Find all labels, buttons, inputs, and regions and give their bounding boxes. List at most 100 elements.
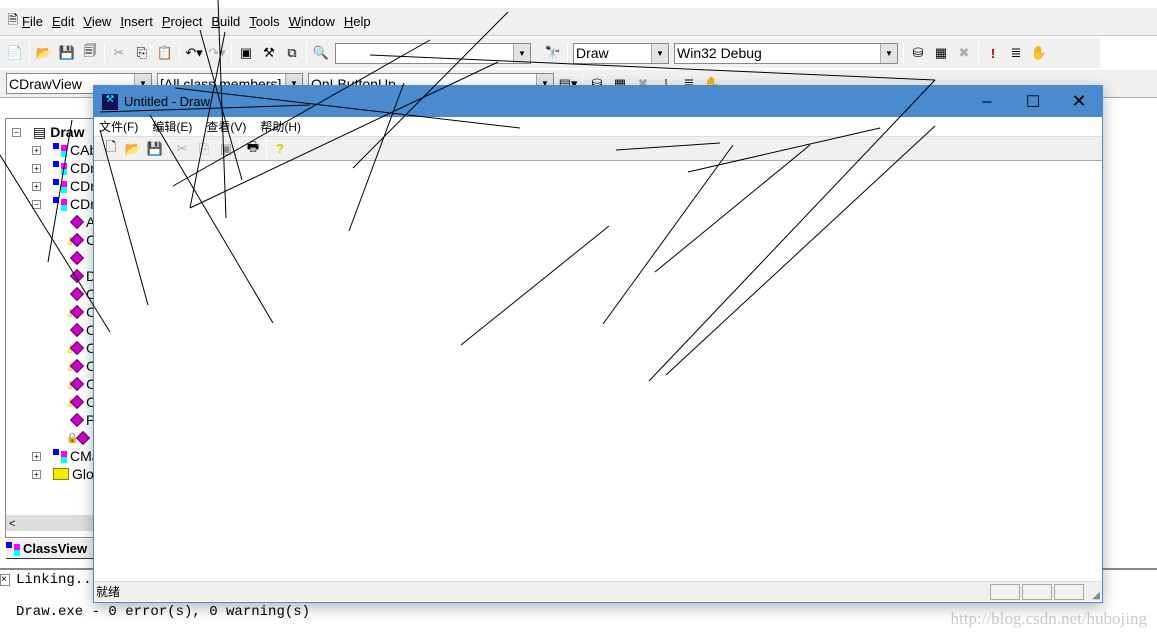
collapse-icon[interactable]: − bbox=[12, 127, 21, 137]
open-icon[interactable]: 📂 bbox=[35, 44, 53, 62]
copy-icon[interactable]: ⎘ bbox=[133, 44, 151, 62]
status-bar: 就绪 ◢ bbox=[94, 581, 1102, 601]
collapse-icon[interactable]: − bbox=[32, 199, 41, 209]
new-text-file-icon[interactable]: 📄 bbox=[6, 44, 24, 62]
tree-member[interactable]: ⚷C bbox=[66, 231, 96, 249]
paste-icon[interactable]: 📋 bbox=[156, 44, 174, 62]
tree-member[interactable] bbox=[66, 249, 86, 267]
menu-edit[interactable]: Edit bbox=[52, 14, 74, 29]
window-menu-item[interactable]: 编辑(E) bbox=[152, 118, 192, 135]
breakpoint-hand-icon[interactable]: ✋ bbox=[1030, 44, 1048, 62]
method-icon bbox=[69, 322, 85, 338]
method-icon bbox=[69, 214, 85, 230]
class-icon bbox=[53, 179, 67, 193]
draw-app-window: ⚒ Untitled - Draw – ☐ ✕ 文件(F) 编辑(E) 查看(V) 帮… bbox=[93, 85, 1103, 603]
output-icon[interactable]: ⚒ bbox=[260, 44, 278, 62]
save-all-icon[interactable]: 🗐 bbox=[81, 43, 99, 62]
document-icon: 🗎 bbox=[7, 11, 19, 27]
paste-icon[interactable]: ▣ bbox=[217, 140, 235, 158]
tree-class[interactable]: + CDr bbox=[32, 177, 95, 195]
window-list-icon[interactable]: ⧉ bbox=[283, 44, 301, 62]
expand-icon[interactable]: + bbox=[32, 181, 41, 191]
method-icon bbox=[69, 286, 85, 302]
class-icon bbox=[53, 449, 67, 463]
go-icon[interactable]: ≣ bbox=[1007, 44, 1025, 62]
drawing-canvas[interactable] bbox=[94, 161, 1102, 581]
cut-icon[interactable]: ✂ bbox=[110, 44, 128, 62]
window-toolbar: 🗋 📂 💾 ✂ ⎘ ▣ 🖶 ? bbox=[94, 137, 1102, 161]
minimize-button[interactable]: – bbox=[964, 93, 1010, 111]
find-in-files-icon[interactable]: 🔍 bbox=[312, 44, 330, 62]
class-icon bbox=[53, 143, 67, 157]
close-button[interactable]: ✕ bbox=[1056, 91, 1102, 112]
menu-file[interactable]: File bbox=[22, 14, 43, 29]
tree-class[interactable]: + CDr bbox=[32, 159, 95, 177]
method-icon bbox=[69, 412, 85, 428]
redo-icon[interactable]: ↷▾ bbox=[208, 44, 226, 62]
resize-grip-icon[interactable]: ◢ bbox=[1092, 590, 1100, 601]
menu-window[interactable]: Window bbox=[289, 14, 335, 29]
horizontal-scrollbar[interactable]: < bbox=[6, 515, 94, 531]
save-icon[interactable]: 💾 bbox=[58, 44, 76, 62]
class-icon bbox=[53, 161, 67, 175]
method-icon bbox=[69, 268, 85, 284]
tree-item[interactable]: + CMa bbox=[32, 447, 100, 465]
execute-icon[interactable]: ! bbox=[984, 44, 1002, 62]
tree-root[interactable]: − ▤ Draw bbox=[12, 123, 84, 141]
close-output-icon[interactable]: × bbox=[0, 574, 10, 586]
status-pane bbox=[1022, 584, 1052, 600]
class-icon bbox=[53, 197, 67, 211]
tree-member[interactable]: A bbox=[66, 213, 95, 231]
new-icon[interactable]: 🗋 bbox=[102, 139, 120, 158]
project-combo[interactable]: Draw ▼ bbox=[573, 42, 669, 64]
copy-icon[interactable]: ⎘ bbox=[195, 140, 213, 158]
chevron-down-icon[interactable]: ▼ bbox=[513, 43, 530, 63]
title-bar[interactable]: ⚒ Untitled - Draw – ☐ ✕ bbox=[94, 86, 1102, 117]
stop-build-icon[interactable]: ✖ bbox=[955, 44, 973, 62]
menu-bar: 🗎 File Edit View Insert Project Build Tools Win… bbox=[0, 8, 1157, 36]
open-icon[interactable]: 📂 bbox=[124, 140, 142, 158]
find-combo[interactable]: ▼ bbox=[335, 42, 531, 64]
chevron-down-icon[interactable]: ▼ bbox=[651, 43, 668, 63]
tab-classview[interactable]: ClassView bbox=[6, 539, 96, 559]
undo-icon[interactable]: ↶▾ bbox=[185, 44, 203, 62]
save-icon[interactable]: 💾 bbox=[146, 140, 164, 158]
class-view-tree: −▤Draw+CAb+CDr+CDr−CDrA⚷CDO⚷OO⚷O⚷O⚷O⚷OP🔒… bbox=[5, 118, 104, 538]
menu-tools[interactable]: Tools bbox=[249, 14, 279, 29]
scroll-left-icon[interactable]: < bbox=[6, 518, 15, 530]
window-menu-item[interactable]: 文件(F) bbox=[99, 118, 138, 135]
menu-help[interactable]: Help bbox=[344, 14, 371, 29]
expand-icon[interactable]: + bbox=[32, 451, 41, 461]
window-menu-item[interactable]: 查看(V) bbox=[206, 118, 246, 135]
menu-view[interactable]: View bbox=[83, 14, 111, 29]
tree-class[interactable]: − CDr bbox=[32, 195, 95, 213]
standard-toolbar: 📄 📂 💾 🗐 ✂ ⎘ 📋 ↶▾ ↷▾ ▣ ⚒ ⧉ 🔍 ▼ 🔭 Draw ▼ Wi… bbox=[0, 38, 1100, 68]
tree-member[interactable]: P bbox=[66, 411, 95, 429]
config-combo[interactable]: Win32 Debug ▼ bbox=[674, 42, 898, 64]
compile-icon[interactable]: ⛁ bbox=[909, 44, 927, 62]
expand-icon[interactable]: + bbox=[32, 145, 41, 155]
menu-build[interactable]: Build bbox=[211, 14, 240, 29]
expand-icon[interactable]: + bbox=[32, 469, 41, 479]
menu-project[interactable]: Project bbox=[162, 14, 202, 29]
status-pane bbox=[1054, 584, 1084, 600]
print-icon[interactable]: 🖶 bbox=[244, 139, 262, 158]
tree-member[interactable]: D bbox=[66, 267, 96, 285]
method-icon bbox=[76, 430, 91, 446]
tree-class[interactable]: + CAb bbox=[32, 141, 97, 159]
tree-item[interactable]: + Glo bbox=[32, 465, 94, 483]
cut-icon[interactable]: ✂ bbox=[173, 140, 191, 158]
menu-insert[interactable]: Insert bbox=[120, 14, 153, 29]
status-pane bbox=[990, 584, 1020, 600]
window-menu-item[interactable]: 帮助(H) bbox=[260, 118, 301, 135]
expand-icon[interactable]: + bbox=[32, 163, 41, 173]
watermark: http://blog.csdn.net/hubojing bbox=[950, 609, 1147, 628]
build-icon[interactable]: ▦ bbox=[932, 44, 950, 62]
window-menu-bar: 文件(F) 编辑(E) 查看(V) 帮助(H) bbox=[94, 117, 1102, 137]
find-icon[interactable]: 🔭 bbox=[544, 44, 562, 62]
chevron-down-icon[interactable]: ▼ bbox=[880, 43, 897, 63]
class-icon bbox=[6, 541, 20, 556]
maximize-button[interactable]: ☐ bbox=[1010, 92, 1056, 112]
workspace-icon[interactable]: ▣ bbox=[237, 44, 255, 62]
help-icon[interactable]: ? bbox=[271, 140, 289, 158]
